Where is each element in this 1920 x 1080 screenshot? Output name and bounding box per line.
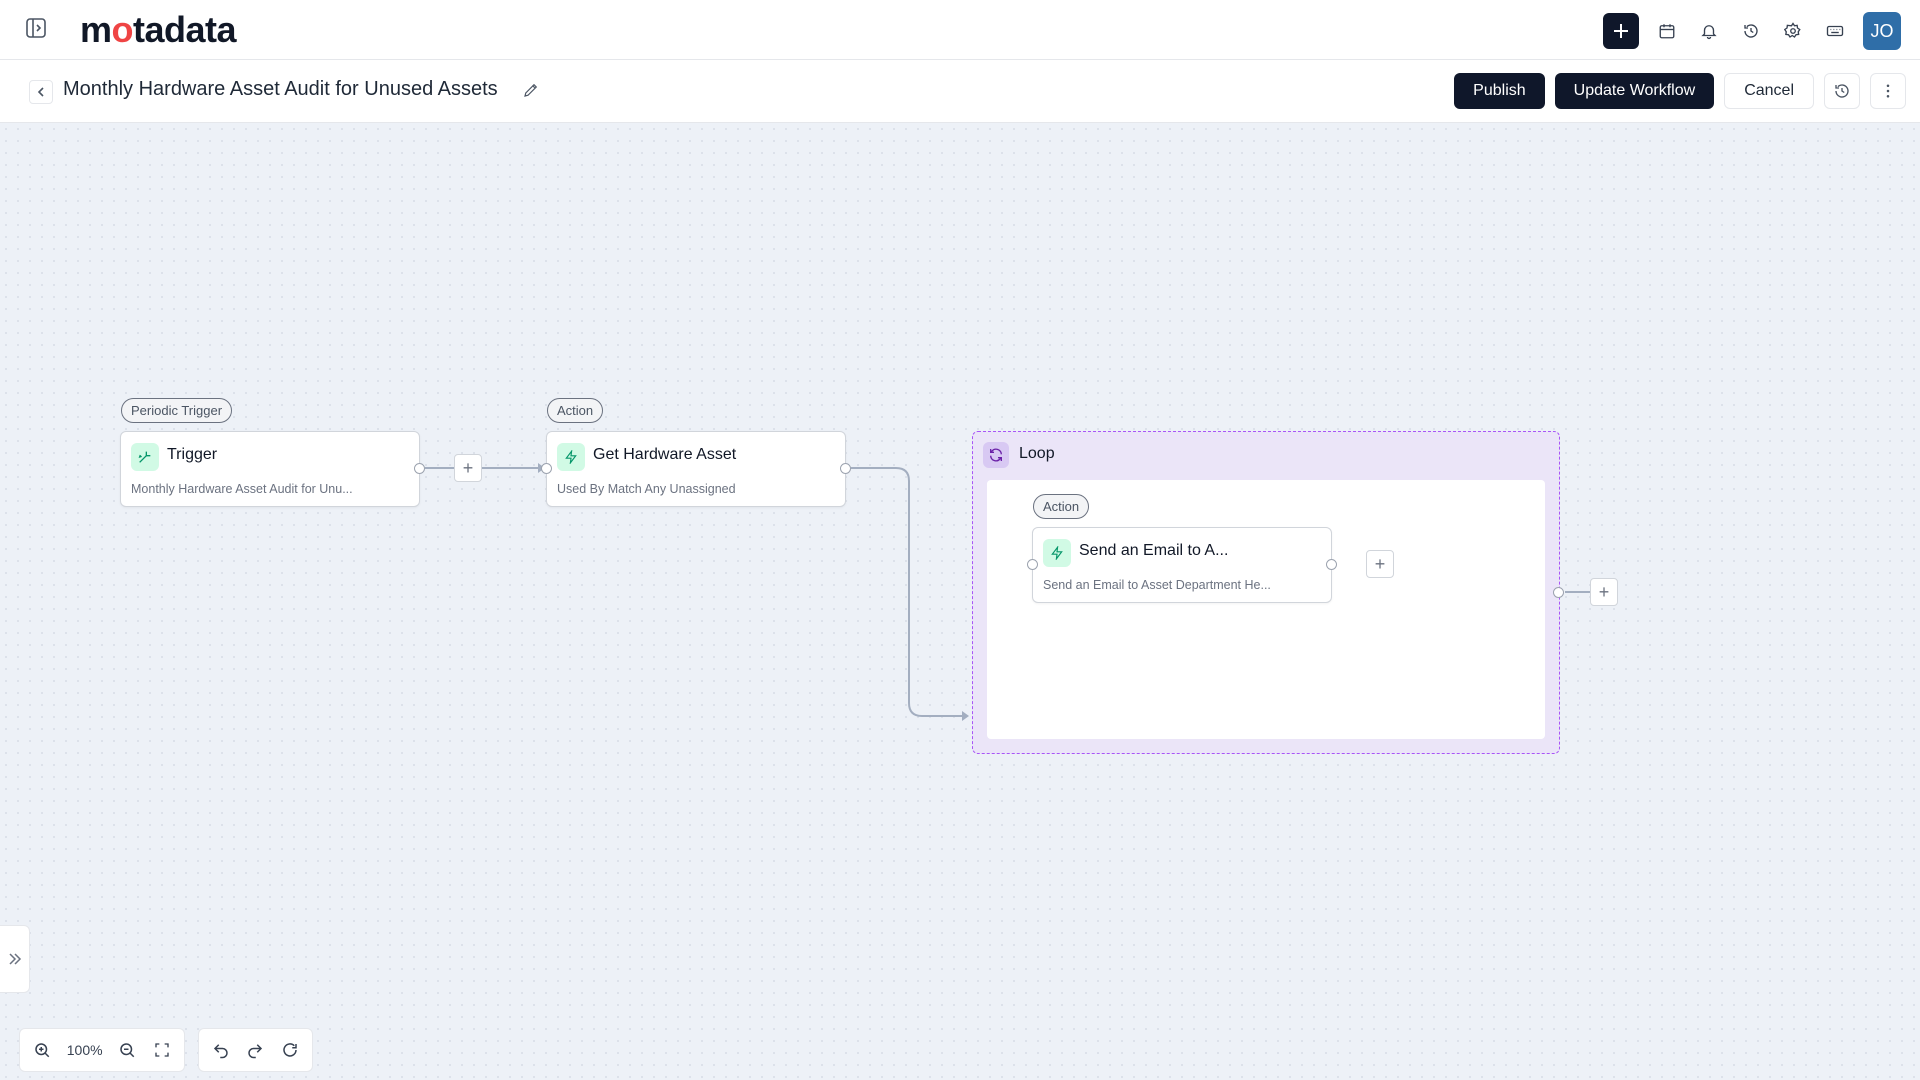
node-description: Monthly Hardware Asset Audit for Unu...: [131, 482, 353, 496]
more-options-button[interactable]: [1870, 73, 1906, 109]
publish-button[interactable]: Publish: [1454, 73, 1545, 109]
node-title: Trigger: [167, 446, 218, 463]
workflow-header: Monthly Hardware Asset Audit for Unused …: [0, 61, 1920, 123]
bell-icon[interactable]: [1693, 15, 1725, 47]
node-type-badge: Action: [1033, 494, 1090, 519]
workflow-actions: Publish Update Workflow Cancel: [1454, 73, 1906, 109]
trigger-icon: [131, 443, 159, 471]
zoom-level: 100%: [66, 1042, 103, 1058]
zoom-out-icon[interactable]: [113, 1035, 142, 1065]
input-port[interactable]: [541, 463, 552, 474]
node-type-badge: Action: [547, 398, 604, 423]
version-history-button[interactable]: [1824, 73, 1860, 109]
create-new-button[interactable]: [1603, 13, 1639, 49]
page-title: Monthly Hardware Asset Audit for Unused …: [63, 78, 498, 100]
undo-icon[interactable]: [207, 1035, 235, 1065]
send-email-node[interactable]: Send an Email to A... Send an Email to A…: [1032, 527, 1332, 603]
connection-edges: [425, 463, 1590, 721]
get-hardware-asset-node[interactable]: Get Hardware Asset Used By Match Any Una…: [546, 431, 846, 507]
global-actions: JO: [1603, 12, 1901, 50]
add-step-button[interactable]: +: [1366, 550, 1394, 578]
loop-title: Loop: [1019, 445, 1055, 462]
update-workflow-button[interactable]: Update Workflow: [1554, 73, 1715, 109]
node-type-badge: Periodic Trigger: [121, 398, 233, 423]
avatar[interactable]: JO: [1863, 12, 1901, 50]
fit-view-icon[interactable]: [147, 1035, 176, 1065]
output-port[interactable]: [414, 463, 425, 474]
zoom-in-icon[interactable]: [28, 1035, 57, 1065]
app-logo[interactable]: motadata: [80, 9, 237, 51]
refresh-icon[interactable]: [276, 1035, 304, 1065]
sidebar-toggle-icon[interactable]: [24, 16, 48, 40]
input-port[interactable]: [1027, 559, 1038, 570]
panel-expand-button[interactable]: [0, 925, 30, 993]
add-step-button[interactable]: +: [1590, 578, 1618, 606]
calendar-icon[interactable]: [1651, 15, 1683, 47]
lightning-icon: [1043, 539, 1071, 567]
node-title: Send an Email to A...: [1079, 542, 1229, 559]
pencil-icon[interactable]: [522, 81, 540, 99]
output-port[interactable]: [840, 463, 851, 474]
add-step-button[interactable]: +: [454, 454, 482, 482]
arrow-head: [962, 711, 969, 721]
history-toolbar: [198, 1028, 313, 1072]
workflow-canvas[interactable]: Periodic Trigger Trigger Monthly Hardwar…: [0, 123, 1920, 1080]
edge-get-asset-to-loop: [851, 467, 962, 717]
lightning-icon: [557, 443, 585, 471]
trigger-node[interactable]: Trigger Monthly Hardware Asset Audit for…: [120, 431, 420, 507]
zoom-toolbar: 100%: [19, 1028, 185, 1072]
redo-icon[interactable]: [241, 1035, 269, 1065]
loop-output-port[interactable]: [1553, 587, 1564, 598]
cancel-button[interactable]: Cancel: [1724, 73, 1814, 109]
node-title: Get Hardware Asset: [593, 446, 737, 463]
node-description: Used By Match Any Unassigned: [557, 482, 736, 496]
back-button[interactable]: [29, 80, 53, 104]
gear-icon[interactable]: [1777, 15, 1809, 47]
node-description: Send an Email to Asset Department He...: [1043, 578, 1271, 592]
output-port[interactable]: [1326, 559, 1337, 570]
keyboard-icon[interactable]: [1819, 15, 1851, 47]
double-chevron-right-icon: [8, 953, 21, 965]
top-bar: motadata JO: [0, 0, 1920, 60]
refresh-icon: [983, 442, 1009, 468]
history-icon[interactable]: [1735, 15, 1767, 47]
